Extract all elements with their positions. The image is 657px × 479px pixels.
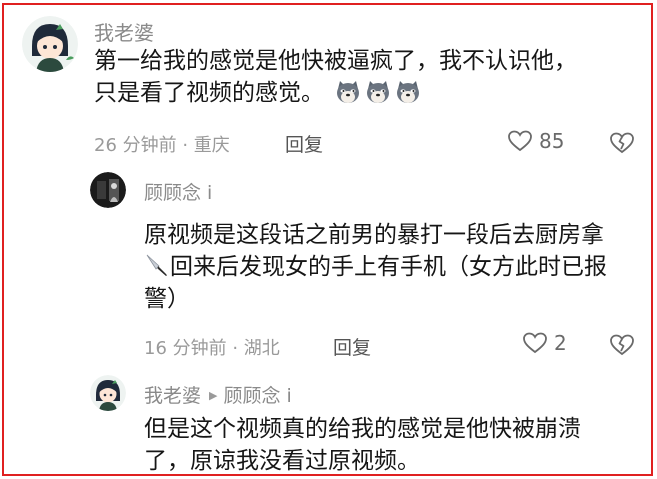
reply-text-content: 但是这个视频真的给我的感觉是他快被崩溃了，原谅我没看过原视频。 (144, 416, 581, 474)
doge-icon (397, 81, 420, 103)
reply-arrow-icon: ▶ (209, 389, 218, 402)
doge-icon (337, 81, 360, 103)
like-count: 85 (539, 129, 565, 153)
reply-time-location: 16 分钟前 · 湖北 (144, 338, 280, 359)
avatar[interactable] (90, 172, 126, 208)
reply-username[interactable]: 顾顾念 i (144, 178, 212, 205)
heart-icon (508, 130, 532, 152)
dislike-button[interactable] (609, 131, 635, 159)
reply-text: 但是这个视频真的给我的感觉是他快被崩溃了，原谅我没看过原视频。 (144, 413, 624, 474)
reply-text-after-emoji: 回来后发现女的手上有手机（女方此时已报警） (144, 254, 607, 312)
reply-target[interactable]: 顾顾念 i (223, 385, 291, 407)
broken-heart-icon (610, 334, 634, 356)
like-button[interactable]: 2 (522, 331, 567, 355)
avatar[interactable] (90, 375, 126, 411)
like-count: 2 (554, 331, 567, 355)
knife-icon (146, 254, 167, 276)
reply-text: 原视频是这段话之前男的暴打一段后去厨房拿 回来后发现女的手上有手机（女方此时已报… (144, 219, 624, 315)
comment-text: 第一给我的感觉是他快被逼疯了，我不认识他，只是看了视频的感觉。 (94, 45, 594, 109)
broken-heart-icon (610, 132, 634, 154)
reply-text-before-emoji: 原视频是这段话之前男的暴打一段后去厨房拿 (144, 222, 604, 248)
like-button[interactable]: 85 (507, 129, 564, 153)
emoji-group (331, 80, 421, 106)
reply-author[interactable]: 我老婆 (144, 385, 201, 407)
reply-username: 我老婆 ▶ 顾顾念 i (144, 381, 292, 408)
avatar[interactable] (22, 16, 78, 72)
comment-thread: 我老婆 第一给我的感觉是他快被逼疯了，我不认识他，只是看了视频的感觉。 26 分… (2, 3, 653, 476)
reply-button[interactable]: 回复 (285, 130, 323, 157)
comment-time-location: 26 分钟前 · 重庆 (94, 135, 230, 156)
heart-icon (523, 332, 547, 354)
comment-username[interactable]: 我老婆 (94, 17, 154, 46)
dislike-button[interactable] (609, 333, 635, 361)
reply-button[interactable]: 回复 (333, 333, 371, 360)
doge-icon (367, 81, 390, 103)
